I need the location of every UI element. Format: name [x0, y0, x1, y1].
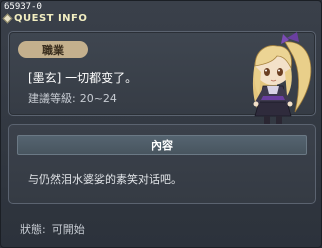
- content-header: 內容: [17, 135, 307, 155]
- level-range: 20~24: [79, 92, 117, 105]
- quest-name: [墨玄] 一切都变了。: [28, 71, 138, 85]
- quest-info-panel: 職業 [墨玄] 一切都变了。 建議等級: 20~24: [8, 31, 316, 125]
- status-value: 可開始: [51, 223, 85, 236]
- level-label: 建議等級:: [28, 92, 76, 105]
- job-badge: 職業: [18, 41, 88, 58]
- quest-info-window: 65937-0 QUEST INFO 職業 [墨玄] 一切都变了。 建議等級: 2…: [0, 0, 322, 248]
- quest-content-panel: 內容 与仍然泪水婆娑的素笑对话吧。: [8, 124, 316, 204]
- status-label: 狀態:: [20, 223, 46, 236]
- title-bar: QUEST INFO: [1, 11, 87, 25]
- character-portrait: [252, 32, 312, 125]
- window-title: QUEST INFO: [14, 12, 88, 24]
- diamond-bullet-icon: [2, 13, 13, 23]
- recommended-level: 建議等級: 20~24: [28, 90, 121, 106]
- content-text: 与仍然泪水婆娑的素笑对话吧。: [28, 173, 182, 186]
- quest-status: 狀態: 可開始: [20, 221, 91, 237]
